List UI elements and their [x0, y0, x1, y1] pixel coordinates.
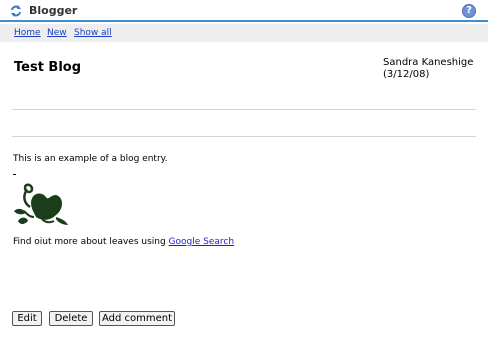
nav-home-link[interactable]: Home: [14, 28, 41, 38]
entry-body-text: This is an example of a blog entry.: [13, 154, 168, 164]
blog-title: Test Blog: [14, 60, 82, 75]
divider: [12, 136, 476, 137]
add-comment-button[interactable]: Add comment: [99, 311, 175, 326]
more-info-prefix: Find oiut more about leaves using: [13, 237, 169, 247]
leaf-image: [14, 183, 68, 225]
title-bar: Blogger ?: [0, 0, 488, 22]
divider: [12, 109, 476, 110]
more-info-text: Find oiut more about leaves using Google…: [13, 237, 234, 247]
entry-date: (3/12/08): [383, 69, 430, 80]
help-icon[interactable]: ?: [462, 4, 476, 18]
nav-new-link[interactable]: New: [47, 28, 67, 38]
author-name: Sandra Kaneshige: [383, 57, 474, 68]
delete-button[interactable]: Delete: [49, 311, 93, 326]
edit-button[interactable]: Edit: [12, 311, 42, 326]
separator-mark: [13, 174, 16, 175]
nav-bar: Home New Show all: [0, 24, 488, 42]
app-title: Blogger: [29, 4, 78, 17]
nav-show-all-link[interactable]: Show all: [74, 28, 112, 38]
refresh-arrows-icon: [11, 5, 21, 17]
google-search-link[interactable]: Google Search: [169, 237, 235, 247]
